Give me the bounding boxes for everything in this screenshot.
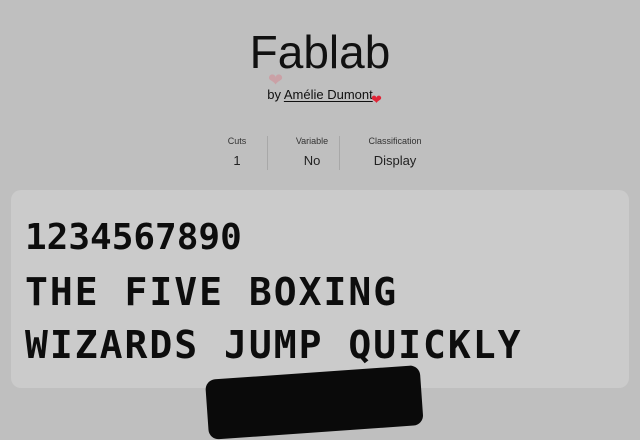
favorite-heart-icon[interactable]: ❤ xyxy=(371,93,382,106)
page-title: Fablab xyxy=(249,26,391,78)
byline-prefix: by xyxy=(267,87,281,102)
author-link[interactable]: Amélie Dumont xyxy=(284,87,373,102)
stat-divider xyxy=(339,136,340,170)
stat-variable: Variable No xyxy=(276,134,348,174)
type-specimen-panel: 1234567890 THE FIVE BOXING WIZARDS JUMP … xyxy=(11,190,629,388)
stat-classification-value: Display xyxy=(373,153,417,168)
byline: by Amélie Dumont xyxy=(0,87,640,102)
font-stats: Cuts 1 Variable No Classification Displa… xyxy=(198,134,442,174)
specimen-line-digits: 1234567890 xyxy=(25,217,242,258)
stat-variable-label: Variable xyxy=(295,136,329,146)
specimen-line-3: WIZARDS JUMP QUICKLY xyxy=(25,323,523,367)
stat-cuts-label: Cuts xyxy=(227,136,247,146)
stat-variable-value: No xyxy=(303,153,321,168)
stat-cuts: Cuts 1 xyxy=(198,134,276,174)
stat-cuts-value: 1 xyxy=(233,153,241,168)
specimen-line-2: THE FIVE BOXING xyxy=(25,270,399,314)
stat-classification: Classification Display xyxy=(348,134,442,174)
stat-divider xyxy=(267,136,268,170)
stat-classification-label: Classification xyxy=(368,136,422,146)
